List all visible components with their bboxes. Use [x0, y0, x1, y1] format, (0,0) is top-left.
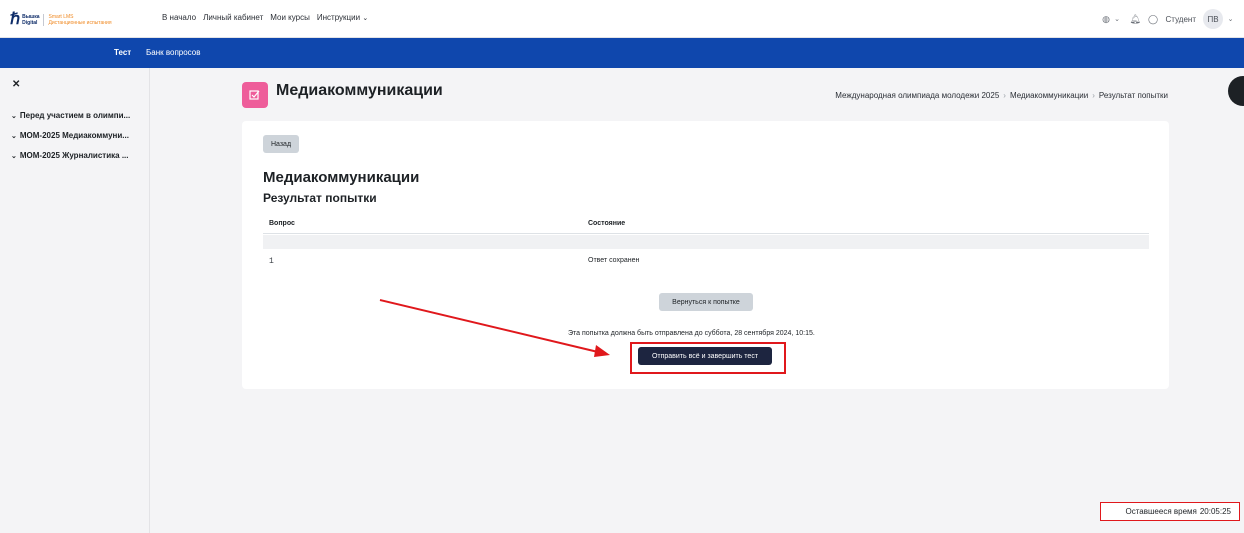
- bell-icon[interactable]: 🔔︎: [1129, 14, 1140, 25]
- chevron-down-icon: ⌄: [11, 153, 17, 160]
- deadline-notice: Эта попытка должна быть отправлена до су…: [568, 330, 815, 337]
- table-section-band: [263, 235, 1149, 249]
- quiz-icon: [242, 82, 268, 108]
- chevron-down-icon: ⌄: [11, 133, 17, 140]
- tab-quiz[interactable]: Тест: [114, 48, 131, 57]
- sidebar-item-journalism[interactable]: ⌄ МОМ-2025 Журналистика ...: [11, 151, 128, 160]
- back-button[interactable]: Назад: [263, 135, 299, 153]
- logo-divider: [43, 14, 45, 26]
- chevron-right-icon: ›: [1003, 91, 1006, 100]
- user-name[interactable]: Студент: [1166, 15, 1196, 24]
- language-icon[interactable]: ◍: [1101, 14, 1112, 25]
- column-header-status: Состояние: [588, 220, 626, 227]
- course-index-sidebar: ✕ ⌄ Перед участием в олимпи... ⌄ МОМ-2025 …: [0, 68, 150, 533]
- chevron-right-icon: ›: [1092, 91, 1095, 100]
- logo-mark: ℏ: [10, 11, 21, 28]
- breadcrumb: Международная олимпиада молодежи 2025 › …: [835, 91, 1168, 100]
- return-to-attempt-button[interactable]: Вернуться к попытке: [659, 293, 753, 311]
- chevron-down-icon: ⌄: [362, 15, 369, 22]
- primary-nav: В начало Личный кабинет Мои курсы Инстру…: [162, 13, 368, 22]
- breadcrumb-item[interactable]: Медиакоммуникации: [1010, 91, 1088, 100]
- nav-dashboard[interactable]: Личный кабинет: [203, 13, 263, 22]
- drawer-toggle[interactable]: [1228, 76, 1244, 106]
- avatar[interactable]: ПВ: [1203, 9, 1223, 29]
- timer-value: 20:05:25: [1199, 507, 1231, 516]
- column-header-question: Вопрос: [269, 220, 295, 227]
- chat-icon[interactable]: ◯: [1148, 14, 1159, 25]
- question-link[interactable]: 1: [269, 257, 274, 266]
- chevron-down-icon: ⌄: [1114, 16, 1120, 23]
- table-row: 1 Ответ сохранен: [263, 250, 1149, 272]
- page-title: Медиакоммуникации: [276, 82, 443, 99]
- main-region: Медиакоммуникации Международная олимпиад…: [150, 68, 1244, 533]
- nav-home[interactable]: В начало: [162, 13, 196, 22]
- brand-logo[interactable]: ℏ Вышка Digital Smart LMS Дистанционные …: [10, 12, 112, 28]
- chevron-down-icon[interactable]: ⌄: [1225, 14, 1236, 25]
- top-navbar: ℏ Вышка Digital Smart LMS Дистанционные …: [0, 0, 1244, 38]
- sidebar-item-mediacommunications[interactable]: ⌄ МОМ-2025 Медиакоммуни...: [11, 131, 129, 140]
- time-remaining-box: Оставшееся время 20:05:25: [1100, 502, 1240, 521]
- table-header: Вопрос Состояние: [263, 212, 1149, 234]
- quiz-heading: Медиакоммуникации: [263, 169, 420, 186]
- breadcrumb-item[interactable]: Международная олимпиада молодежи 2025: [835, 91, 999, 100]
- user-area: ◍ ⌄ 🔔︎ ◯ Студент ПВ ⌄: [1101, 8, 1236, 30]
- checkbox-edit-icon: [249, 90, 260, 100]
- question-status: Ответ сохранен: [588, 257, 640, 264]
- breadcrumb-item: Результат попытки: [1098, 91, 1168, 100]
- submit-all-and-finish-button[interactable]: Отправить всё и завершить тест: [638, 347, 772, 365]
- nav-my-courses[interactable]: Мои курсы: [270, 13, 310, 22]
- chevron-down-icon: ⌄: [11, 113, 17, 120]
- timer-label: Оставшееся время: [1125, 507, 1197, 516]
- tab-question-bank[interactable]: Банк вопросов: [146, 48, 200, 57]
- close-icon[interactable]: ✕: [12, 79, 20, 90]
- secondary-navbar: Тест Банк вопросов: [0, 38, 1244, 68]
- summary-heading: Результат попытки: [263, 191, 377, 205]
- nav-instructions[interactable]: Инструкции ⌄: [317, 13, 368, 22]
- sidebar-item-before-olympiad[interactable]: ⌄ Перед участием в олимпи...: [11, 111, 130, 120]
- logo-wordmark: Вышка Digital: [22, 14, 40, 26]
- logo-product: Smart LMS Дистанционные испытания: [48, 14, 112, 26]
- attempt-summary-card: Назад Медиакоммуникации Результат попытк…: [242, 121, 1169, 389]
